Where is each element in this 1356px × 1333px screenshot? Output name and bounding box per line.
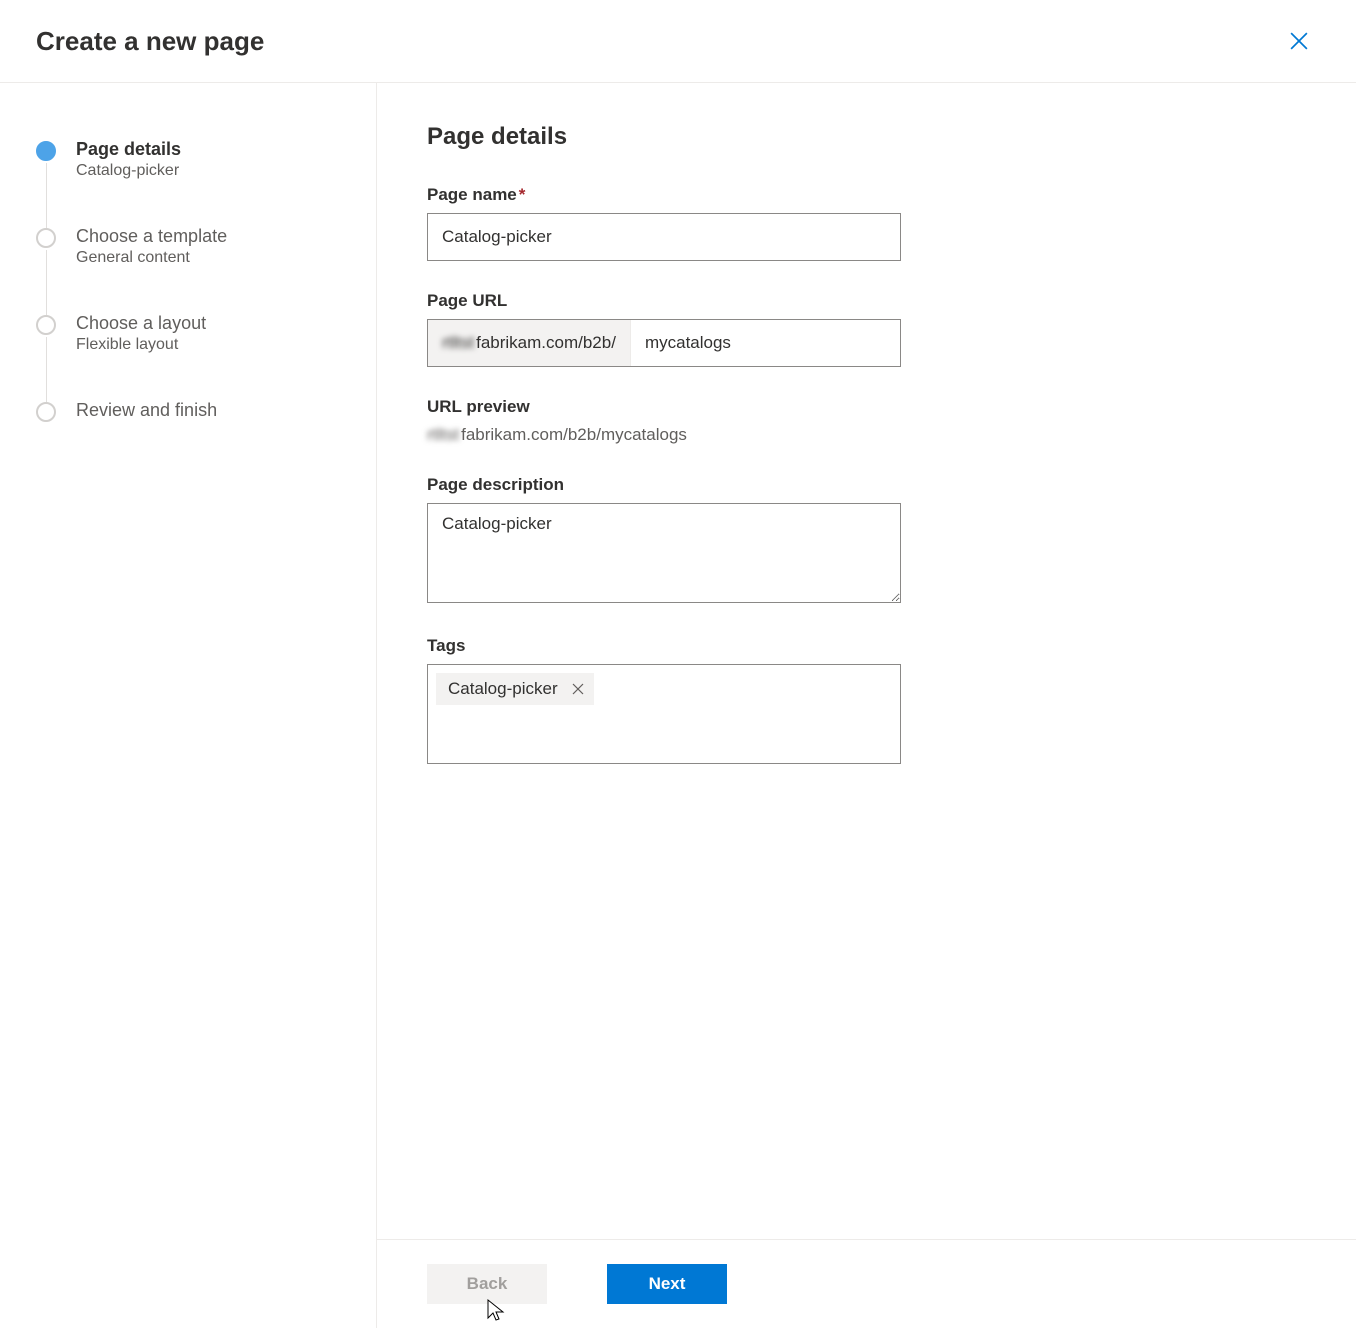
wizard-steps: Page details Catalog-picker Choose a tem… [0,83,377,1328]
tags-label: Tags [427,636,1306,656]
next-button[interactable]: Next [607,1264,727,1304]
step-subtitle: General content [76,249,227,267]
step-subtitle: Catalog-picker [76,162,181,180]
step-title: Page details [76,139,181,160]
step-marker-icon [36,402,56,422]
required-asterisk: * [519,185,526,204]
step-title: Choose a template [76,226,227,247]
step-subtitle: Flexible layout [76,336,206,354]
close-icon [1290,32,1308,50]
form-heading: Page details [427,123,1306,151]
url-preview-value: rtltstfabrikam.com/b2b/mycatalogs [427,425,1306,445]
page-name-label: Page name* [427,185,1306,205]
back-button[interactable]: Back [427,1264,547,1304]
page-description-input[interactable] [427,503,901,603]
tag-remove-button[interactable] [570,681,586,697]
step-review-finish[interactable]: Review and finish [36,400,340,422]
tag-label: Catalog-picker [448,679,558,699]
step-page-details[interactable]: Page details Catalog-picker [36,139,340,226]
close-button[interactable] [1282,24,1316,58]
page-url-prefix: rtltstfabrikam.com/b2b/ [428,320,631,366]
step-choose-template[interactable]: Choose a template General content [36,226,340,313]
step-marker-icon [36,141,56,161]
close-icon [572,683,584,695]
page-name-input[interactable] [427,213,901,261]
page-url-label: Page URL [427,291,1306,311]
step-marker-icon [36,315,56,335]
dialog-title: Create a new page [36,26,264,57]
step-choose-layout[interactable]: Choose a layout Flexible layout [36,313,340,400]
url-preview-label: URL preview [427,397,1306,417]
page-description-label: Page description [427,475,1306,495]
step-title: Choose a layout [76,313,206,334]
tag-chip: Catalog-picker [436,673,594,705]
page-url-input[interactable] [631,320,900,366]
tags-input[interactable]: Catalog-picker [427,664,901,764]
step-title: Review and finish [76,400,217,421]
step-marker-icon [36,228,56,248]
